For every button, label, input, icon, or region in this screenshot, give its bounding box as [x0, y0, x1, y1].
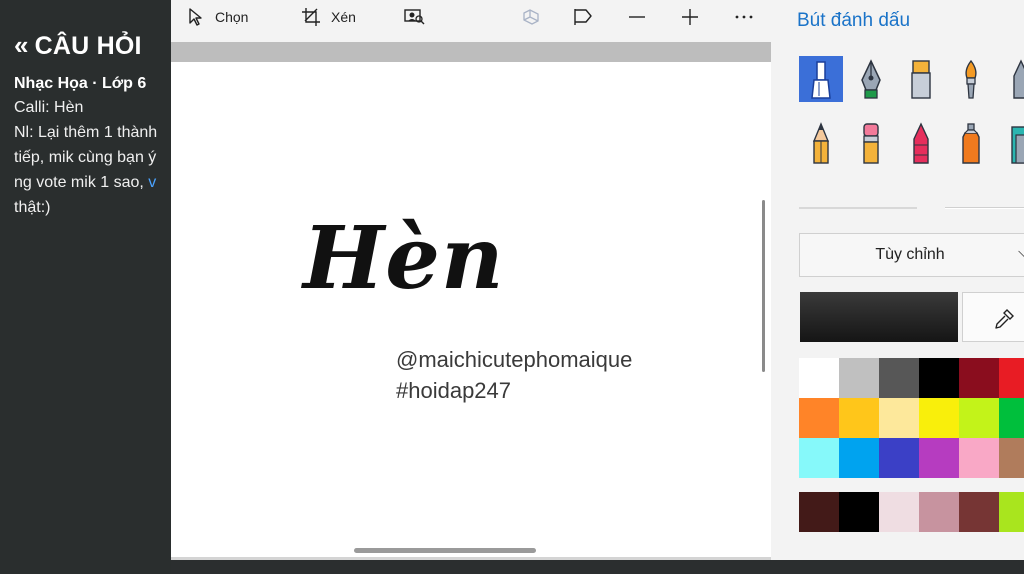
more-options-button[interactable] [734, 6, 754, 28]
more-dots-icon [735, 15, 753, 19]
color-swatch[interactable] [839, 398, 879, 438]
recent-color-swatch[interactable] [839, 492, 879, 532]
color-swatch[interactable] [959, 398, 999, 438]
calligraphy-pen-tool[interactable] [849, 56, 893, 102]
color-swatch[interactable] [879, 398, 919, 438]
eyedropper-icon [995, 309, 1014, 329]
vertical-scrollbar[interactable] [762, 200, 765, 372]
paint-bucket-tool[interactable] [999, 120, 1024, 166]
crop-label: Xén [331, 9, 356, 25]
magic-select-icon [404, 9, 425, 25]
color-swatch[interactable] [999, 398, 1024, 438]
horizontal-scrollbar[interactable] [354, 548, 536, 553]
color-swatch[interactable] [959, 358, 999, 398]
pencil-tool[interactable] [799, 120, 843, 166]
eraser-pencil-tool[interactable] [849, 120, 893, 166]
question-text-line: thật:) [14, 199, 51, 216]
author-handle: @maichicutephomaique [396, 347, 633, 372]
crop-button[interactable]: Xén [301, 6, 356, 28]
spray-can-icon [962, 123, 980, 164]
eyedropper-button[interactable] [962, 292, 1024, 342]
recent-color-swatch[interactable] [999, 492, 1024, 532]
color-swatch[interactable] [999, 438, 1024, 478]
select-button[interactable]: Chọn [187, 6, 248, 28]
color-swatch[interactable] [919, 358, 959, 398]
color-swatch[interactable] [919, 438, 959, 478]
drawing-app-window: Chọn Xén Hèn @maichicutephomaique #hoida… [171, 0, 1024, 560]
calligraphy-pen-icon [861, 59, 881, 99]
panel-divider [799, 207, 917, 209]
flag-icon [574, 9, 592, 25]
question-text-line: tiếp, mik cùng bạn ý [14, 149, 157, 166]
plus-icon [682, 9, 698, 25]
question-text-line: Nl: Lại thêm 1 thành [14, 124, 158, 141]
color-swatch[interactable] [879, 438, 919, 478]
marker-icon [811, 61, 831, 99]
color-swatch[interactable] [919, 398, 959, 438]
recent-color-swatch[interactable] [879, 492, 919, 532]
calligraphy-text: Hèn [303, 208, 505, 309]
3d-view-icon [523, 9, 539, 25]
question-link-fragment[interactable]: v [148, 174, 156, 191]
paint-bucket-icon [1011, 126, 1024, 164]
color-swatch[interactable] [999, 358, 1024, 398]
question-text-line: ng vote mik 1 sao, v [14, 174, 157, 191]
recent-color-swatch[interactable] [799, 492, 839, 532]
eraser-pencil-icon [863, 123, 879, 164]
highlighter-tool[interactable] [899, 56, 943, 102]
canvas-bottom-edge [171, 557, 771, 560]
magic-select-button[interactable] [403, 6, 425, 28]
recent-color-swatch[interactable] [959, 492, 999, 532]
current-color-preview[interactable] [800, 292, 958, 342]
hashtag: #hoidap247 [396, 378, 512, 403]
question-subject: Nhạc Họa · Lớp 6 [14, 75, 147, 92]
pen-style-dropdown[interactable]: Tùy chỉnh ⌵ [799, 233, 1024, 277]
background-page: «CÂU HỎI Nhạc Họa · Lớp 6 Calli: Hèn Nl:… [0, 0, 171, 574]
crayon-red-icon [913, 122, 929, 164]
color-swatch[interactable] [839, 438, 879, 478]
drawing-canvas[interactable] [171, 62, 771, 557]
select-label: Chọn [215, 9, 249, 25]
minus-icon [629, 16, 645, 18]
pencil-icon [812, 122, 830, 164]
oil-brush-tool[interactable] [949, 56, 993, 102]
crop-icon [302, 8, 320, 26]
color-swatch[interactable] [799, 438, 839, 478]
panel-title: Bút đánh dấu [797, 10, 911, 31]
flag-button[interactable] [573, 6, 593, 28]
canvas-top-ruler [171, 42, 771, 62]
3d-view-button[interactable] [521, 6, 541, 28]
page-title[interactable]: «CÂU HỎI [14, 30, 142, 61]
crayon-icon [1013, 59, 1024, 99]
zoom-in-button[interactable] [680, 6, 700, 28]
pointer-select-icon [189, 8, 202, 26]
color-swatch[interactable] [799, 398, 839, 438]
pen-panel: Bút đánh dấu Tùy chỉnh [771, 0, 1024, 560]
color-swatch[interactable] [799, 358, 839, 398]
oil-brush-icon [965, 59, 977, 99]
spray-can-tool[interactable] [949, 120, 993, 166]
toolbar: Chọn Xén [171, 0, 771, 42]
color-swatch[interactable] [839, 358, 879, 398]
crayon-tool[interactable] [999, 56, 1024, 102]
color-swatch[interactable] [879, 358, 919, 398]
zoom-out-button[interactable] [627, 6, 647, 28]
dropdown-label: Tùy chỉnh [875, 246, 945, 263]
recent-color-swatch[interactable] [919, 492, 959, 532]
marker-tool[interactable] [799, 56, 843, 102]
red-crayon-tool[interactable] [899, 120, 943, 166]
panel-divider [945, 207, 1024, 209]
color-swatch[interactable] [959, 438, 999, 478]
highlighter-icon [911, 60, 931, 99]
question-text-line: Calli: Hèn [14, 99, 84, 116]
double-chevron-left-icon: « [14, 30, 29, 60]
chevron-down-icon: ⌵ [1018, 244, 1024, 262]
